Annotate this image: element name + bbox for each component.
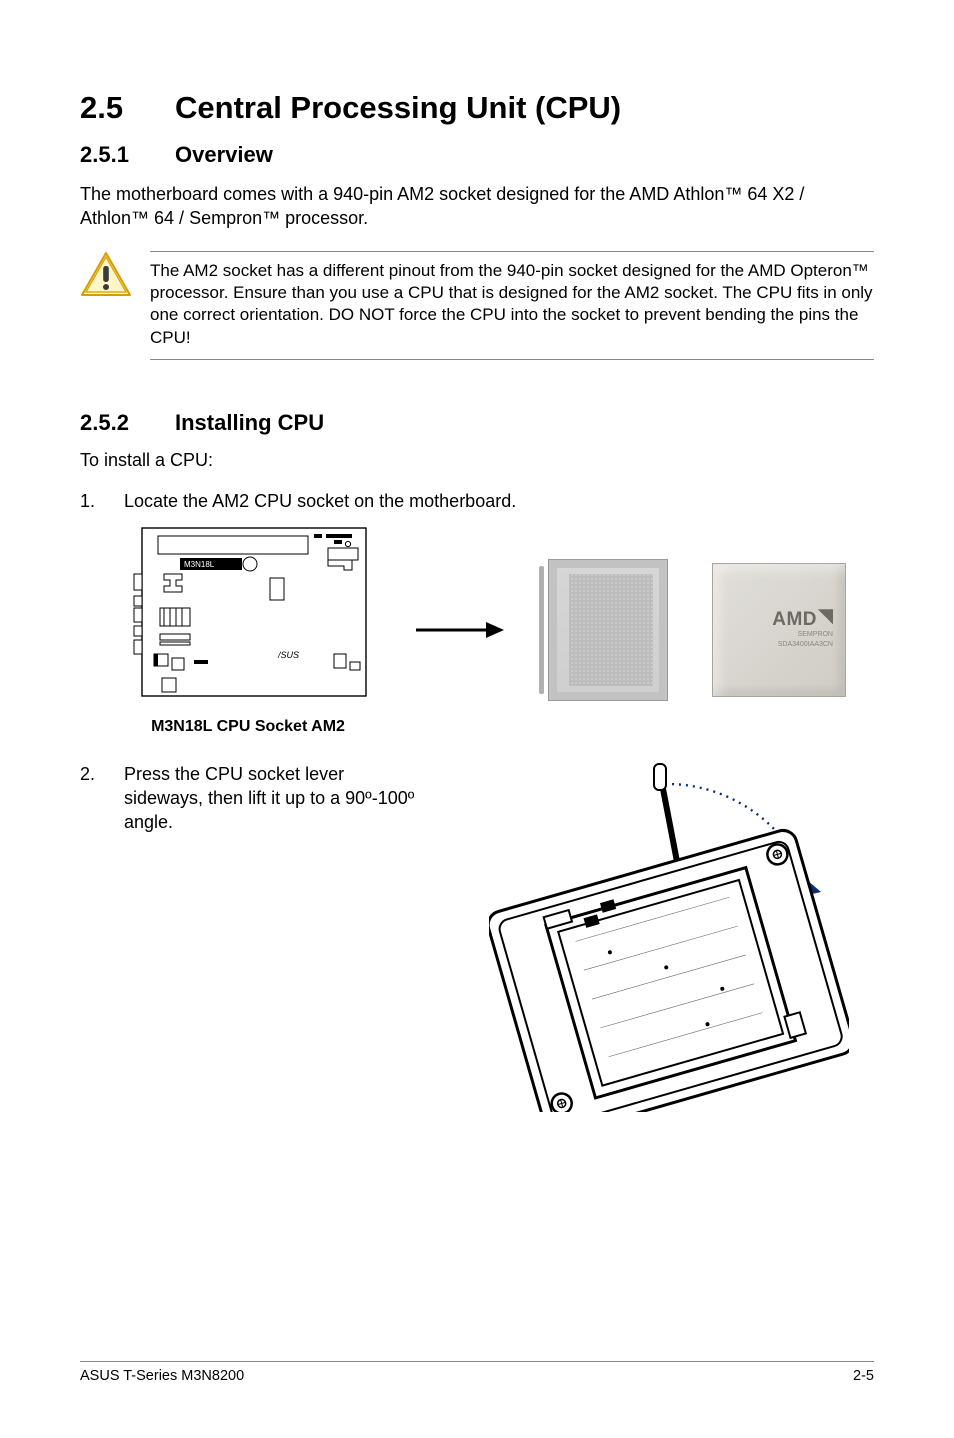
- heading-title: Central Processing Unit (CPU): [175, 90, 621, 125]
- board-model-label: M3N18L: [184, 560, 215, 569]
- section-heading: 2.5Central Processing Unit (CPU): [80, 90, 874, 126]
- subsection-number: 2.5.1: [80, 142, 175, 168]
- step-1: 1. Locate the AM2 CPU socket on the moth…: [80, 489, 874, 737]
- footer-right: 2-5: [853, 1368, 874, 1384]
- arrow-icon: [416, 621, 504, 639]
- overview-body: The motherboard comes with a 940-pin AM2…: [80, 182, 874, 231]
- cpu-sub1: SEMPRON: [798, 631, 833, 639]
- warning-icon: [80, 251, 132, 299]
- subsection-number: 2.5.2: [80, 410, 175, 436]
- cpu-photo: AMD SEMPRON SDA3400IAA3CN: [712, 563, 846, 697]
- figure-row: M3N18L: [124, 522, 874, 738]
- motherboard-diagram: M3N18L: [124, 522, 372, 738]
- subsection-overview-heading: 2.5.1Overview: [80, 142, 874, 168]
- step-text: Locate the AM2 CPU socket on the motherb…: [124, 491, 516, 511]
- install-intro: To install a CPU:: [80, 450, 874, 471]
- socket-photo: [548, 559, 668, 701]
- step-2: 2. Press the CPU socket lever sideways, …: [80, 762, 874, 1112]
- footer-left: ASUS T-Series M3N8200: [80, 1368, 244, 1384]
- cpu-sub2: SDA3400IAA3CN: [778, 641, 833, 649]
- motherboard-caption: M3N18L CPU Socket AM2: [124, 716, 372, 738]
- step-text: Press the CPU socket lever sideways, the…: [124, 764, 414, 833]
- subsection-install-heading: 2.5.2Installing CPU: [80, 410, 874, 436]
- warning-callout: The AM2 socket has a different pinout fr…: [80, 251, 874, 361]
- step-number: 1.: [80, 489, 95, 513]
- subsection-title: Overview: [175, 142, 273, 167]
- socket-lever-diagram: [464, 762, 874, 1112]
- warning-text: The AM2 socket has a different pinout fr…: [150, 260, 874, 350]
- step-number: 2.: [80, 762, 95, 786]
- page-footer: ASUS T-Series M3N8200 2-5: [80, 1361, 874, 1384]
- amd-logo: AMD: [772, 610, 833, 629]
- subsection-title: Installing CPU: [175, 410, 324, 435]
- board-brand-label: /SUS: [277, 650, 299, 660]
- heading-number: 2.5: [80, 90, 175, 126]
